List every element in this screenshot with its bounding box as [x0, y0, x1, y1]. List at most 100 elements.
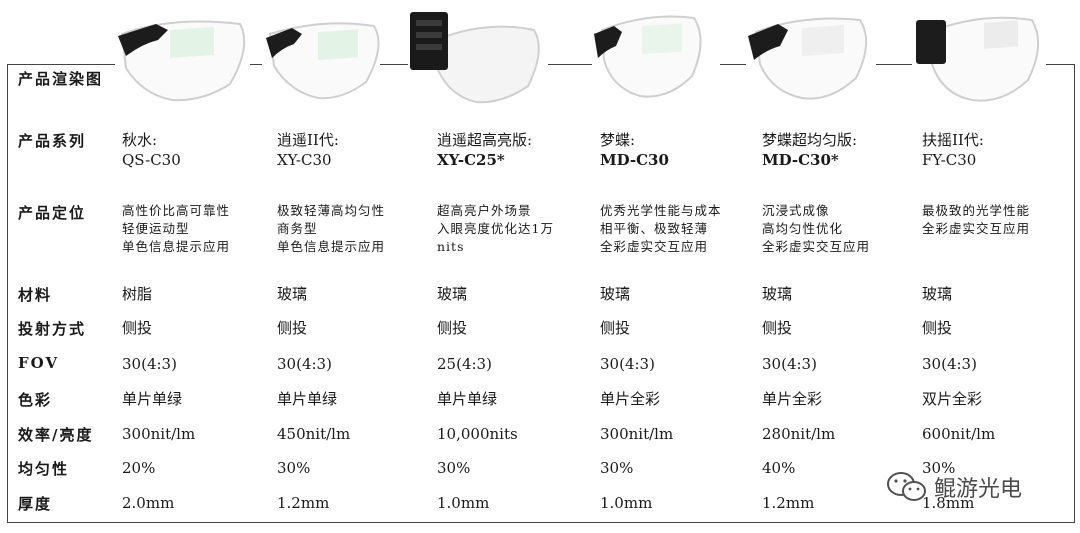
efficiency-value: 600nit/lm [922, 425, 996, 443]
lens-render-xy-c25 [410, 12, 540, 104]
color-value: 单片全彩 [600, 390, 661, 408]
position-line: 相平衡、极致轻薄 [600, 221, 709, 236]
product-name: 梦蝶: [600, 131, 636, 149]
efficiency-value: 300nit/lm [600, 425, 674, 443]
fov-value: 25(4:3) [437, 355, 492, 373]
thickness-value: 1.0mm [600, 494, 653, 512]
fov-value: 30(4:3) [122, 355, 177, 373]
watermark-text: 鲲游光电 [934, 477, 1023, 502]
uniformity-value: 30% [277, 459, 311, 477]
uniformity-value: 20% [122, 459, 156, 477]
watermark: 鲲游光电 [886, 470, 1022, 504]
material-value: 树脂 [122, 285, 153, 303]
projection-value: 侧投 [922, 319, 953, 337]
row-label-uniformity: 均匀性 [18, 460, 70, 478]
product-name: 扶摇II代: [922, 131, 984, 149]
efficiency-value: 450nit/lm [277, 425, 351, 443]
material-value: 玻璃 [762, 285, 793, 303]
efficiency-value: 10,000nits [437, 425, 518, 443]
efficiency-value: 280nit/lm [762, 425, 836, 443]
product-series-cell: 梦蝶超均匀版: MD-C30* [762, 130, 857, 170]
product-code: QS-C30 [122, 151, 181, 169]
row-label-fov: FOV [18, 354, 60, 372]
row-label-series: 产品系列 [18, 132, 87, 150]
fov-value: 30(4:3) [600, 355, 655, 373]
product-series-cell: 扶摇II代: FY-C30 [922, 130, 984, 170]
row-label-color: 色彩 [18, 391, 53, 409]
thickness-value: 2.0mm [122, 494, 175, 512]
row-label-material: 材料 [18, 286, 53, 304]
projection-value: 侧投 [762, 319, 793, 337]
position-line: 超高亮户外场景 [437, 203, 532, 218]
thickness-value: 1.2mm [762, 494, 815, 512]
product-code: MD-C30* [762, 151, 839, 169]
product-position-cell: 沉浸式成像 高均匀性优化 全彩虚实交互应用 [762, 202, 870, 256]
uniformity-value: 30% [600, 459, 634, 477]
row-label-thickness: 厚度 [18, 495, 53, 513]
product-name: 梦蝶超均匀版: [762, 131, 858, 149]
thickness-value: 1.0mm [437, 494, 490, 512]
frame-top-segment [548, 64, 592, 65]
product-position-cell: 最极致的光学性能 全彩虚实交互应用 [922, 202, 1030, 238]
frame-top-segment [7, 64, 115, 65]
lens-render-md-c30-star [748, 17, 867, 100]
efficiency-value: 300nit/lm [122, 425, 196, 443]
product-code: MD-C30 [600, 151, 669, 169]
projection-value: 侧投 [437, 319, 468, 337]
row-label-projection: 投射方式 [18, 320, 87, 338]
material-value: 玻璃 [277, 285, 308, 303]
position-line: 极致轻薄高均匀性 [277, 203, 386, 218]
position-line: 最极致的光学性能 [922, 203, 1031, 218]
lens-render-fy-c30 [916, 16, 1040, 102]
frame-top-segment [1046, 64, 1074, 65]
fov-value: 30(4:3) [762, 355, 817, 373]
material-value: 玻璃 [922, 285, 953, 303]
position-line: 优秀光学性能与成本 [600, 203, 722, 218]
position-line: 高均匀性优化 [762, 221, 844, 236]
product-name: 逍遥II代: [277, 131, 339, 149]
position-line: 单色信息提示应用 [277, 239, 386, 254]
product-code: XY-C25* [437, 151, 505, 169]
product-position-cell: 超高亮户外场景 入眼亮度优化达1万 nits [437, 202, 554, 256]
row-label-efficiency: 效率/亮度 [18, 426, 94, 444]
color-value: 单片单绿 [277, 390, 338, 408]
position-line: 高性价比高可靠性 [122, 203, 231, 218]
row-label-render: 产品渲染图 [18, 70, 104, 88]
position-line: nits [437, 239, 465, 254]
wechat-icon [887, 472, 926, 501]
color-value: 单片单绿 [437, 390, 498, 408]
product-position-cell: 高性价比高可靠性 轻便运动型 单色信息提示应用 [122, 202, 230, 256]
lens-render-qs-c30 [118, 20, 246, 102]
position-line: 轻便运动型 [122, 221, 190, 236]
color-value: 单片全彩 [762, 390, 823, 408]
fov-value: 30(4:3) [277, 355, 332, 373]
row-label-position: 产品定位 [18, 204, 87, 222]
fov-value: 30(4:3) [922, 355, 977, 373]
position-line: 商务型 [277, 221, 318, 236]
projection-value: 侧投 [600, 319, 631, 337]
product-series-cell: 梦蝶: MD-C30 [600, 130, 669, 170]
product-series-cell: 逍遥超高亮版: XY-C25* [437, 130, 532, 170]
position-line: 沉浸式成像 [762, 203, 830, 218]
position-line: 全彩虚实交互应用 [600, 239, 709, 254]
product-name: 逍遥超高亮版: [437, 131, 533, 149]
product-name: 秋水: [122, 131, 158, 149]
position-line: 全彩虚实交互应用 [922, 221, 1031, 236]
material-value: 玻璃 [600, 285, 631, 303]
lens-render-md-c30 [594, 15, 702, 98]
product-position-cell: 优秀光学性能与成本 相平衡、极致轻薄 全彩虚实交互应用 [600, 202, 722, 256]
product-series-cell: 逍遥II代: XY-C30 [277, 130, 339, 170]
uniformity-value: 30% [437, 459, 471, 477]
color-value: 双片全彩 [922, 390, 983, 408]
uniformity-value: 40% [762, 459, 796, 477]
product-code: FY-C30 [922, 151, 977, 169]
product-position-cell: 极致轻薄高均匀性 商务型 单色信息提示应用 [277, 202, 385, 256]
position-line: 单色信息提示应用 [122, 239, 231, 254]
projection-value: 侧投 [122, 319, 153, 337]
color-value: 单片单绿 [122, 390, 183, 408]
thickness-value: 1.2mm [277, 494, 330, 512]
product-code: XY-C30 [277, 151, 332, 169]
position-line: 入眼亮度优化达1万 [437, 221, 554, 236]
product-series-cell: 秋水: QS-C30 [122, 130, 181, 170]
position-line: 全彩虚实交互应用 [762, 239, 871, 254]
